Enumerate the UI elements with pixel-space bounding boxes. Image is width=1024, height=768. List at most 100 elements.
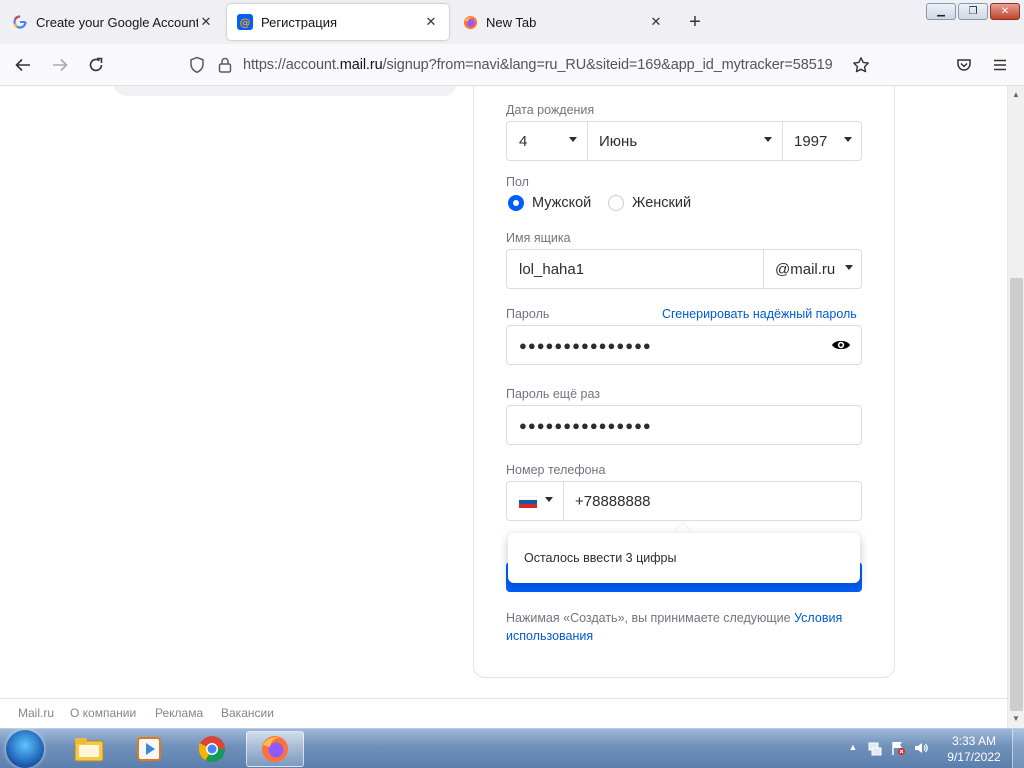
birth-month-value: Июнь: [599, 132, 638, 150]
taskbar-explorer[interactable]: [60, 731, 118, 767]
gender-label: Пол: [506, 175, 529, 189]
mailbox-value: lol_haha1: [519, 260, 585, 278]
birth-year-select[interactable]: 1997: [782, 122, 861, 160]
clock-time[interactable]: 3:33 AM: [944, 734, 1004, 748]
page-content: Дата рождения 4 Июнь 1997 Пол Мужской Же…: [0, 86, 1007, 728]
generate-password-link[interactable]: Сгенерировать надёжный пароль: [662, 307, 857, 321]
hamburger-menu-icon: [994, 59, 1006, 71]
back-button[interactable]: [11, 53, 35, 77]
vertical-scrollbar[interactable]: ▲ ▼: [1007, 86, 1024, 728]
tab-registration[interactable]: @ Регистрация ✕: [227, 4, 449, 40]
forward-arrow-icon: [53, 58, 68, 72]
gender-female-radio[interactable]: [608, 195, 624, 211]
phone-hint-tooltip: Осталось ввести 3 цифры: [508, 533, 860, 583]
show-desktop-button[interactable]: [1012, 729, 1024, 768]
explorer-icon: [74, 738, 104, 762]
eye-icon[interactable]: [831, 337, 851, 358]
close-tab-icon[interactable]: ✕: [198, 14, 214, 30]
minimize-button[interactable]: ▁: [926, 3, 956, 20]
tab-strip: Create your Google Account ✕ @ Регистрац…: [0, 0, 1024, 44]
birth-day-select[interactable]: 4: [507, 122, 587, 160]
chevron-down-icon: [545, 497, 553, 502]
clock-date[interactable]: 9/17/2022: [942, 750, 1006, 764]
password-label: Пароль: [506, 307, 550, 321]
russia-flag-icon: [518, 495, 538, 508]
chevron-down-icon: [845, 265, 853, 270]
taskbar-chrome[interactable]: [183, 731, 241, 767]
tab-google-account[interactable]: Create your Google Account ✕: [2, 4, 224, 40]
birth-day-value: 4: [519, 132, 528, 150]
action-center-flag-icon[interactable]: [890, 740, 906, 756]
navigation-toolbar: https://account.mail.ru/signup?from=navi…: [0, 44, 1024, 86]
taskbar-media-player[interactable]: [120, 731, 178, 767]
scroll-up-arrow-icon[interactable]: ▲: [1012, 90, 1020, 99]
phone-label: Номер телефона: [506, 463, 606, 477]
network-icon[interactable]: [867, 740, 883, 756]
scroll-down-arrow-icon[interactable]: ▼: [1012, 714, 1020, 723]
close-tab-icon[interactable]: ✕: [423, 14, 439, 30]
terms-text: Нажимая «Создать», вы принимаете следующ…: [506, 609, 866, 645]
password-masked: ●●●●●●●●●●●●●●●: [519, 338, 652, 353]
password-repeat-input[interactable]: ●●●●●●●●●●●●●●●: [506, 405, 862, 445]
reload-icon: [89, 57, 103, 72]
footer-link-jobs[interactable]: Вакансии: [221, 706, 274, 720]
chrome-icon: [198, 736, 226, 763]
gender-male-radio[interactable]: [508, 195, 524, 211]
pocket-icon: [957, 59, 971, 71]
url-prefix: https://account.: [243, 57, 340, 73]
gender-female-label[interactable]: Женский: [632, 195, 691, 211]
birth-year-value: 1997: [794, 132, 828, 150]
footer-link-about[interactable]: О компании: [70, 706, 136, 720]
address-bar[interactable]: https://account.mail.ru/signup?from=navi…: [180, 49, 880, 81]
reload-button[interactable]: [84, 53, 108, 77]
back-arrow-icon: [15, 58, 30, 72]
country-code-select[interactable]: [507, 482, 563, 520]
new-tab-button[interactable]: +: [684, 12, 706, 34]
tab-title: Регистрация: [261, 14, 337, 30]
forward-button[interactable]: [48, 53, 72, 77]
mailbox-input[interactable]: lol_haha1: [507, 250, 763, 288]
close-window-button[interactable]: ✕: [990, 3, 1020, 20]
taskbar-firefox[interactable]: [246, 731, 304, 767]
scroll-thumb[interactable]: [1010, 278, 1023, 711]
footer-link-mailru[interactable]: Mail.ru: [18, 706, 54, 720]
start-button[interactable]: [6, 730, 44, 768]
chevron-down-icon: [844, 137, 852, 142]
volume-icon[interactable]: [913, 740, 929, 756]
pocket-button[interactable]: [952, 53, 976, 77]
side-panel: [113, 86, 457, 96]
url-suffix: /signup?from=navi&lang=ru_RU&siteid=169&…: [382, 57, 833, 73]
chevron-down-icon: [764, 137, 772, 142]
firefox-icon: [462, 14, 478, 30]
footer-link-ads[interactable]: Реклама: [155, 706, 203, 720]
password-input[interactable]: ●●●●●●●●●●●●●●●: [506, 325, 862, 365]
tracking-protection-icon[interactable]: [188, 56, 206, 79]
mailru-icon: @: [237, 14, 253, 30]
menu-button[interactable]: [988, 53, 1012, 77]
phone-input[interactable]: +78888888: [563, 482, 861, 520]
password-repeat-label: Пароль ещё раз: [506, 387, 601, 401]
firefox-icon: [262, 736, 288, 762]
birth-date-label: Дата рождения: [506, 103, 595, 117]
page-footer: Mail.ru О компании Реклама Вакансии: [0, 698, 1007, 728]
svg-text:@: @: [240, 16, 251, 29]
mail-domain-select[interactable]: @mail.ru: [763, 250, 861, 288]
tab-title: New Tab: [486, 14, 537, 30]
tab-new-tab[interactable]: New Tab ✕: [452, 4, 674, 40]
show-hidden-icons-icon[interactable]: ▲: [845, 742, 861, 758]
password-repeat-masked: ●●●●●●●●●●●●●●●: [519, 418, 652, 433]
gender-male-label[interactable]: Мужской: [532, 195, 591, 211]
birth-month-select[interactable]: Июнь: [587, 122, 782, 160]
google-icon: [12, 14, 28, 30]
url-text[interactable]: https://account.mail.ru/signup?from=navi…: [243, 57, 833, 73]
windows-taskbar: ▲ 3:33 AM 9/17/2022: [0, 728, 1024, 768]
close-tab-icon[interactable]: ✕: [648, 14, 664, 30]
media-player-icon: [137, 737, 161, 761]
url-domain: mail.ru: [339, 57, 383, 73]
mail-domain-value: @mail.ru: [775, 260, 836, 278]
tooltip-text: Осталось ввести 3 цифры: [524, 551, 677, 565]
bookmark-star-icon[interactable]: [852, 56, 870, 79]
mailbox-label: Имя ящика: [506, 231, 571, 245]
restore-button[interactable]: ❐: [958, 3, 988, 20]
lock-icon[interactable]: [217, 56, 233, 79]
